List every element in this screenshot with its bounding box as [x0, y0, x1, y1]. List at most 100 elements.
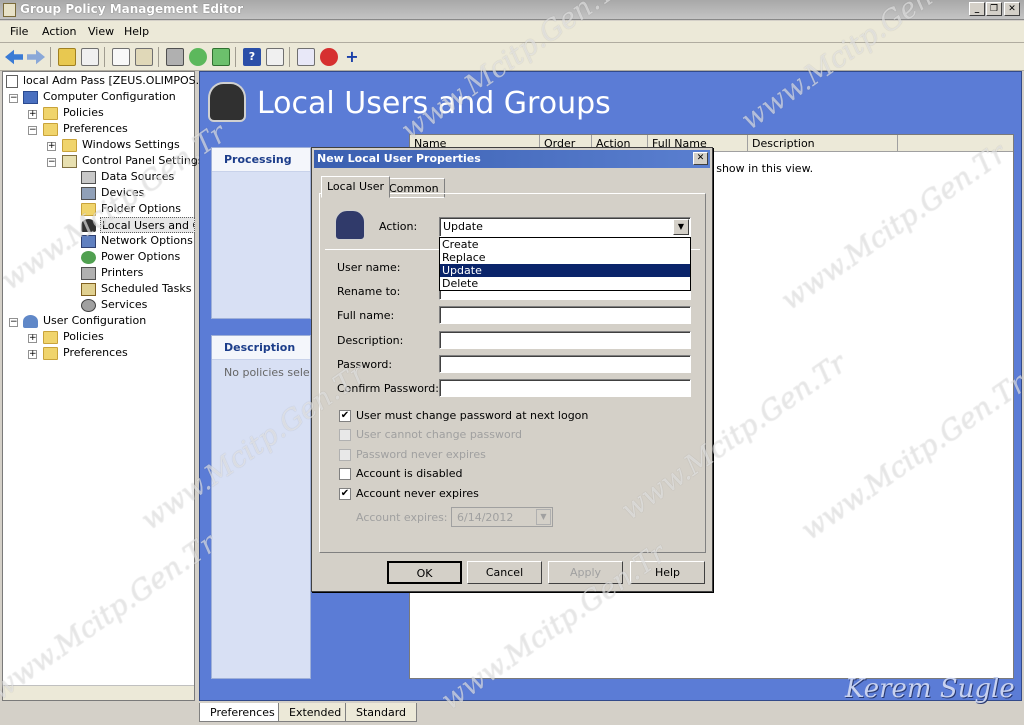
tab-preferences[interactable]: Preferences: [199, 703, 286, 722]
chevron-down-icon[interactable]: ▼: [536, 509, 551, 525]
account-expires-date-picker[interactable]: 6/14/2012 ▼: [451, 507, 553, 527]
password-field[interactable]: [439, 355, 691, 373]
tree-windows-settings[interactable]: Windows Settings: [82, 137, 180, 153]
tree-scrollbar[interactable]: [3, 685, 194, 700]
tree-user-preferences[interactable]: Preferences: [63, 345, 128, 361]
expires-date-value: 6/14/2012: [457, 511, 514, 524]
tree-printers[interactable]: Printers: [101, 265, 143, 281]
tree-computer-configuration[interactable]: Computer Configuration: [43, 89, 176, 105]
collapse-icon[interactable]: −: [28, 126, 37, 135]
cancel-button[interactable]: Cancel: [467, 561, 542, 584]
expand-icon[interactable]: +: [28, 334, 37, 343]
full-name-field[interactable]: [439, 306, 691, 324]
up-folder-icon[interactable]: [58, 48, 76, 66]
col-description[interactable]: Description: [748, 135, 898, 152]
add-icon[interactable]: +: [343, 48, 361, 66]
description-field[interactable]: [439, 331, 691, 349]
folder-icon: [43, 347, 58, 360]
tree-local-users-and-groups[interactable]: Local Users and Gr: [100, 217, 195, 233]
folder-icon: [43, 107, 58, 120]
window-title: Group Policy Management Editor: [20, 2, 244, 16]
help-button[interactable]: Help: [630, 561, 705, 584]
option-create[interactable]: Create: [440, 238, 690, 251]
print-icon[interactable]: [166, 48, 184, 66]
tree-preferences[interactable]: Preferences: [63, 121, 128, 137]
dialog-close-button[interactable]: ✕: [693, 152, 708, 165]
data-sources-icon: [81, 171, 96, 184]
paste-icon[interactable]: [135, 48, 153, 66]
action-select[interactable]: Update ▼: [439, 217, 691, 237]
user-name-label: User name:: [337, 261, 401, 274]
cannot-change-label: User cannot change password: [356, 428, 523, 441]
ok-button[interactable]: OK: [387, 561, 462, 584]
option-replace[interactable]: Replace: [440, 251, 690, 264]
properties-icon[interactable]: [266, 48, 284, 66]
option-update[interactable]: Update: [440, 264, 690, 277]
page-title: Local Users and Groups: [257, 86, 611, 121]
tree-user-policies[interactable]: Policies: [63, 329, 104, 345]
confirm-password-field[interactable]: [439, 379, 691, 397]
processing-heading: Processing: [212, 148, 310, 172]
tree-scheduled-tasks[interactable]: Scheduled Tasks: [101, 281, 192, 297]
tree-folder-options[interactable]: Folder Options: [101, 201, 181, 217]
user-icon: [23, 315, 38, 328]
expand-icon[interactable]: +: [28, 350, 37, 359]
menu-action[interactable]: Action: [42, 25, 76, 38]
show-hide-tree-icon[interactable]: [81, 48, 99, 66]
tree-control-panel-settings[interactable]: Control Panel Settings: [82, 153, 204, 169]
account-never-expires-checkbox[interactable]: ✔: [339, 488, 351, 500]
menu-help[interactable]: Help: [124, 25, 149, 38]
back-icon[interactable]: [5, 49, 23, 65]
tab-extended[interactable]: Extended: [278, 703, 353, 722]
printers-icon: [81, 267, 96, 280]
processing-panel: Processing: [211, 147, 311, 319]
never-expires-checkbox[interactable]: [339, 449, 351, 461]
password-label: Password:: [337, 358, 393, 371]
folder-icon: [62, 139, 77, 152]
menu-view[interactable]: View: [88, 25, 114, 38]
help-icon[interactable]: ?: [243, 48, 261, 66]
users-icon: [81, 219, 96, 232]
collapse-icon[interactable]: −: [9, 94, 18, 103]
forward-icon[interactable]: [27, 49, 45, 65]
tree-services[interactable]: Services: [101, 297, 147, 313]
stop-icon[interactable]: [320, 48, 338, 66]
view-tabs: Preferences Extended Standard: [0, 702, 1024, 725]
local-users-groups-icon: [208, 82, 246, 122]
menu-file[interactable]: File: [10, 25, 28, 38]
option-delete[interactable]: Delete: [440, 277, 690, 290]
export-icon[interactable]: [212, 48, 230, 66]
tree-network-options[interactable]: Network Options: [101, 233, 193, 249]
folder-icon: [43, 123, 58, 136]
new-local-user-dialog: New Local User Properties ✕ Local User C…: [311, 147, 713, 592]
collapse-icon[interactable]: −: [47, 158, 56, 167]
must-change-label: User must change password at next logon: [356, 409, 589, 422]
cannot-change-checkbox[interactable]: [339, 429, 351, 441]
restore-button[interactable]: ❐: [986, 2, 1002, 16]
action-label: Action:: [379, 220, 418, 233]
copy-icon[interactable]: [112, 48, 130, 66]
chevron-down-icon[interactable]: ▼: [673, 219, 689, 235]
action-dropdown-list[interactable]: Create Replace Update Delete: [439, 237, 691, 291]
apply-button[interactable]: Apply: [548, 561, 623, 584]
refresh-icon[interactable]: [189, 48, 207, 66]
expand-icon[interactable]: +: [28, 110, 37, 119]
confirm-password-label: Confirm Password:: [337, 382, 439, 395]
tree-devices[interactable]: Devices: [101, 185, 144, 201]
collapse-icon[interactable]: −: [9, 318, 18, 327]
tree-root[interactable]: local Adm Pass [ZEUS.OLIMPOS.LC: [23, 73, 213, 89]
tab-standard[interactable]: Standard: [345, 703, 418, 722]
tab-local-user[interactable]: Local User: [321, 176, 391, 198]
tree-data-sources[interactable]: Data Sources: [101, 169, 174, 185]
rename-to-label: Rename to:: [337, 285, 401, 298]
expand-icon[interactable]: +: [47, 142, 56, 151]
tree-power-options[interactable]: Power Options: [101, 249, 180, 265]
disabled-checkbox[interactable]: [339, 468, 351, 480]
tree-policies[interactable]: Policies: [63, 105, 104, 121]
close-button[interactable]: ✕: [1004, 2, 1020, 16]
minimize-button[interactable]: _: [969, 2, 985, 16]
network-options-icon: [81, 235, 96, 248]
filter-icon[interactable]: [297, 48, 315, 66]
tree-user-configuration[interactable]: User Configuration: [43, 313, 146, 329]
must-change-checkbox[interactable]: ✔: [339, 410, 351, 422]
